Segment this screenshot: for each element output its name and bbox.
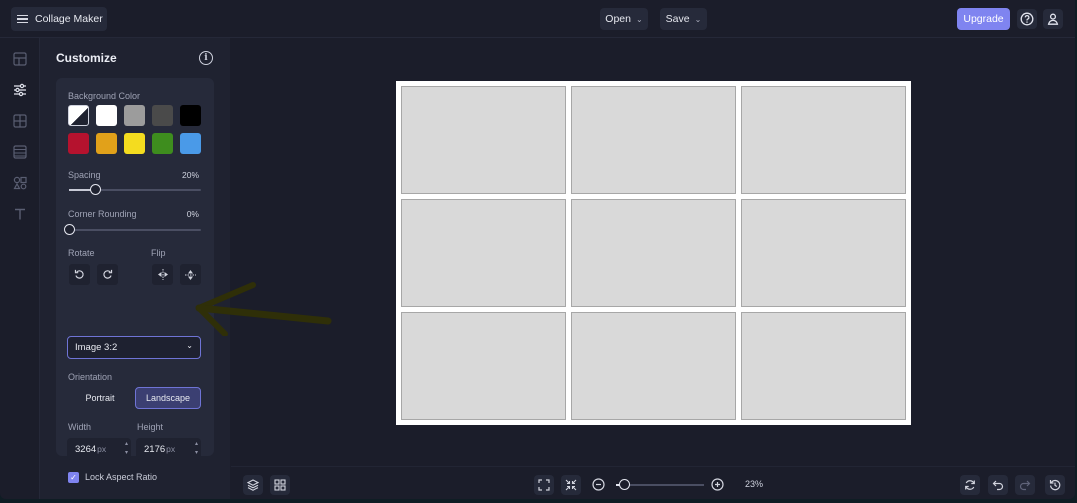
app-menu-button[interactable]: Collage Maker (11, 7, 107, 31)
flip-horizontal-button[interactable] (152, 264, 173, 285)
height-unit: px (166, 444, 176, 454)
width-label: Width (68, 422, 92, 432)
undo-icon[interactable] (988, 475, 1008, 495)
flip-vertical-button[interactable] (180, 264, 201, 285)
check-icon: ✓ (70, 473, 77, 482)
open-label: Open (605, 13, 631, 25)
spacing-label: Spacing (68, 170, 101, 180)
save-label: Save (665, 13, 690, 25)
corner-rounding-slider[interactable] (63, 224, 201, 235)
collage-cell[interactable] (741, 312, 906, 420)
panel-title: Customize (56, 51, 117, 65)
size-select[interactable]: Image 3:2 ⌄ (67, 336, 201, 359)
color-swatch[interactable] (152, 105, 173, 126)
portrait-button[interactable]: Portrait (67, 387, 133, 409)
history-icon[interactable] (1045, 475, 1065, 495)
zoom-out-icon[interactable] (592, 478, 605, 491)
color-swatch[interactable] (68, 133, 89, 154)
height-stepper-icon[interactable]: ▴ ▾ (195, 440, 198, 458)
rotate-left-icon (74, 269, 84, 279)
collage-canvas[interactable] (396, 81, 911, 425)
layout-icon[interactable] (12, 51, 28, 67)
rotate-right-icon (103, 269, 113, 279)
zoom-in-icon[interactable] (711, 478, 724, 491)
collage-cell[interactable] (571, 199, 736, 307)
color-swatch[interactable] (152, 133, 173, 154)
size-select-value: Image 3:2 (75, 342, 118, 353)
collage-cell[interactable] (741, 199, 906, 307)
collage-cell[interactable] (571, 86, 736, 194)
color-swatch[interactable] (96, 133, 117, 154)
tool-rail (0, 38, 40, 499)
elements-icon[interactable] (12, 175, 28, 191)
chevron-down-icon: ⌄ (186, 341, 193, 350)
height-value: 2176 (144, 443, 166, 455)
sliders-icon[interactable] (12, 82, 28, 98)
app-window: Collage Maker Open ⌄ Save ⌄ Upgrade Cust… (0, 0, 1075, 499)
zoom-value: 23% (745, 479, 764, 489)
flip-horizontal-icon (157, 269, 168, 280)
grid-icon[interactable] (12, 113, 28, 129)
collage-cell[interactable] (571, 312, 736, 420)
corner-rounding-label: Corner Rounding (68, 209, 137, 219)
corner-slider-handle[interactable] (63, 224, 75, 235)
collage-cell[interactable] (401, 86, 566, 194)
zoom-slider-handle[interactable] (619, 479, 631, 490)
color-swatch[interactable] (124, 105, 145, 126)
width-field[interactable]: 3264 px ▴ ▾ (67, 438, 131, 460)
redo-icon[interactable] (1015, 475, 1035, 495)
layers-icon[interactable] (243, 475, 263, 495)
refresh-icon[interactable] (960, 475, 980, 495)
color-swatch[interactable] (96, 105, 117, 126)
chevron-down-icon: ⌄ (635, 14, 643, 24)
collage-cell[interactable] (401, 312, 566, 420)
user-icon[interactable] (1043, 9, 1063, 29)
help-icon[interactable] (1017, 9, 1037, 29)
background-color-label: Background Color (68, 91, 141, 101)
grid-view-icon[interactable] (270, 475, 290, 495)
top-bar: Collage Maker Open ⌄ Save ⌄ Upgrade (0, 0, 1075, 38)
height-label: Height (137, 422, 164, 432)
color-swatch[interactable] (180, 105, 201, 126)
customize-card: Background Color Spacing 20% Corner Roun… (56, 78, 214, 483)
canvas-area (231, 38, 1075, 466)
rotate-label: Rotate (68, 248, 95, 258)
spacing-slider[interactable] (69, 184, 201, 195)
save-button[interactable]: Save ⌄ (660, 8, 707, 30)
height-field[interactable]: 2176 px ▴ ▾ (136, 438, 201, 460)
hamburger-icon (17, 14, 28, 24)
rotate-left-button[interactable] (69, 264, 90, 285)
lock-aspect-checkbox[interactable]: ✓ (68, 472, 79, 483)
width-value: 3264 (75, 443, 97, 455)
orientation-label: Orientation (68, 372, 113, 382)
collage-cell[interactable] (741, 86, 906, 194)
lock-aspect-label: Lock Aspect Ratio (85, 472, 158, 482)
spacing-value: 20% (181, 170, 199, 180)
open-button[interactable]: Open ⌄ (600, 8, 648, 30)
flip-label: Flip (151, 248, 166, 258)
bottom-toolbar: 23% (231, 466, 1075, 499)
corner-rounding-value: 0% (186, 209, 199, 219)
color-swatch[interactable] (124, 133, 145, 154)
width-stepper-icon[interactable]: ▴ ▾ (125, 440, 128, 458)
shrink-icon[interactable] (561, 475, 581, 495)
rotate-right-button[interactable] (97, 264, 118, 285)
background-icon[interactable] (12, 144, 28, 160)
landscape-button[interactable]: Landscape (135, 387, 201, 409)
info-icon[interactable]: i (199, 51, 213, 65)
fit-screen-icon[interactable] (534, 475, 554, 495)
upgrade-button[interactable]: Upgrade (957, 8, 1010, 30)
spacing-slider-handle[interactable] (89, 184, 101, 195)
color-swatch[interactable] (180, 133, 201, 154)
width-unit: px (97, 444, 107, 454)
text-icon[interactable] (12, 206, 28, 222)
app-title: Collage Maker (35, 13, 103, 25)
custom-color-swatch[interactable] (68, 105, 89, 126)
chevron-down-icon: ⌄ (694, 14, 702, 24)
customize-panel: Customize i Background Color Spacing 20%… (40, 38, 230, 499)
flip-vertical-icon (185, 269, 196, 280)
collage-cell[interactable] (401, 199, 566, 307)
